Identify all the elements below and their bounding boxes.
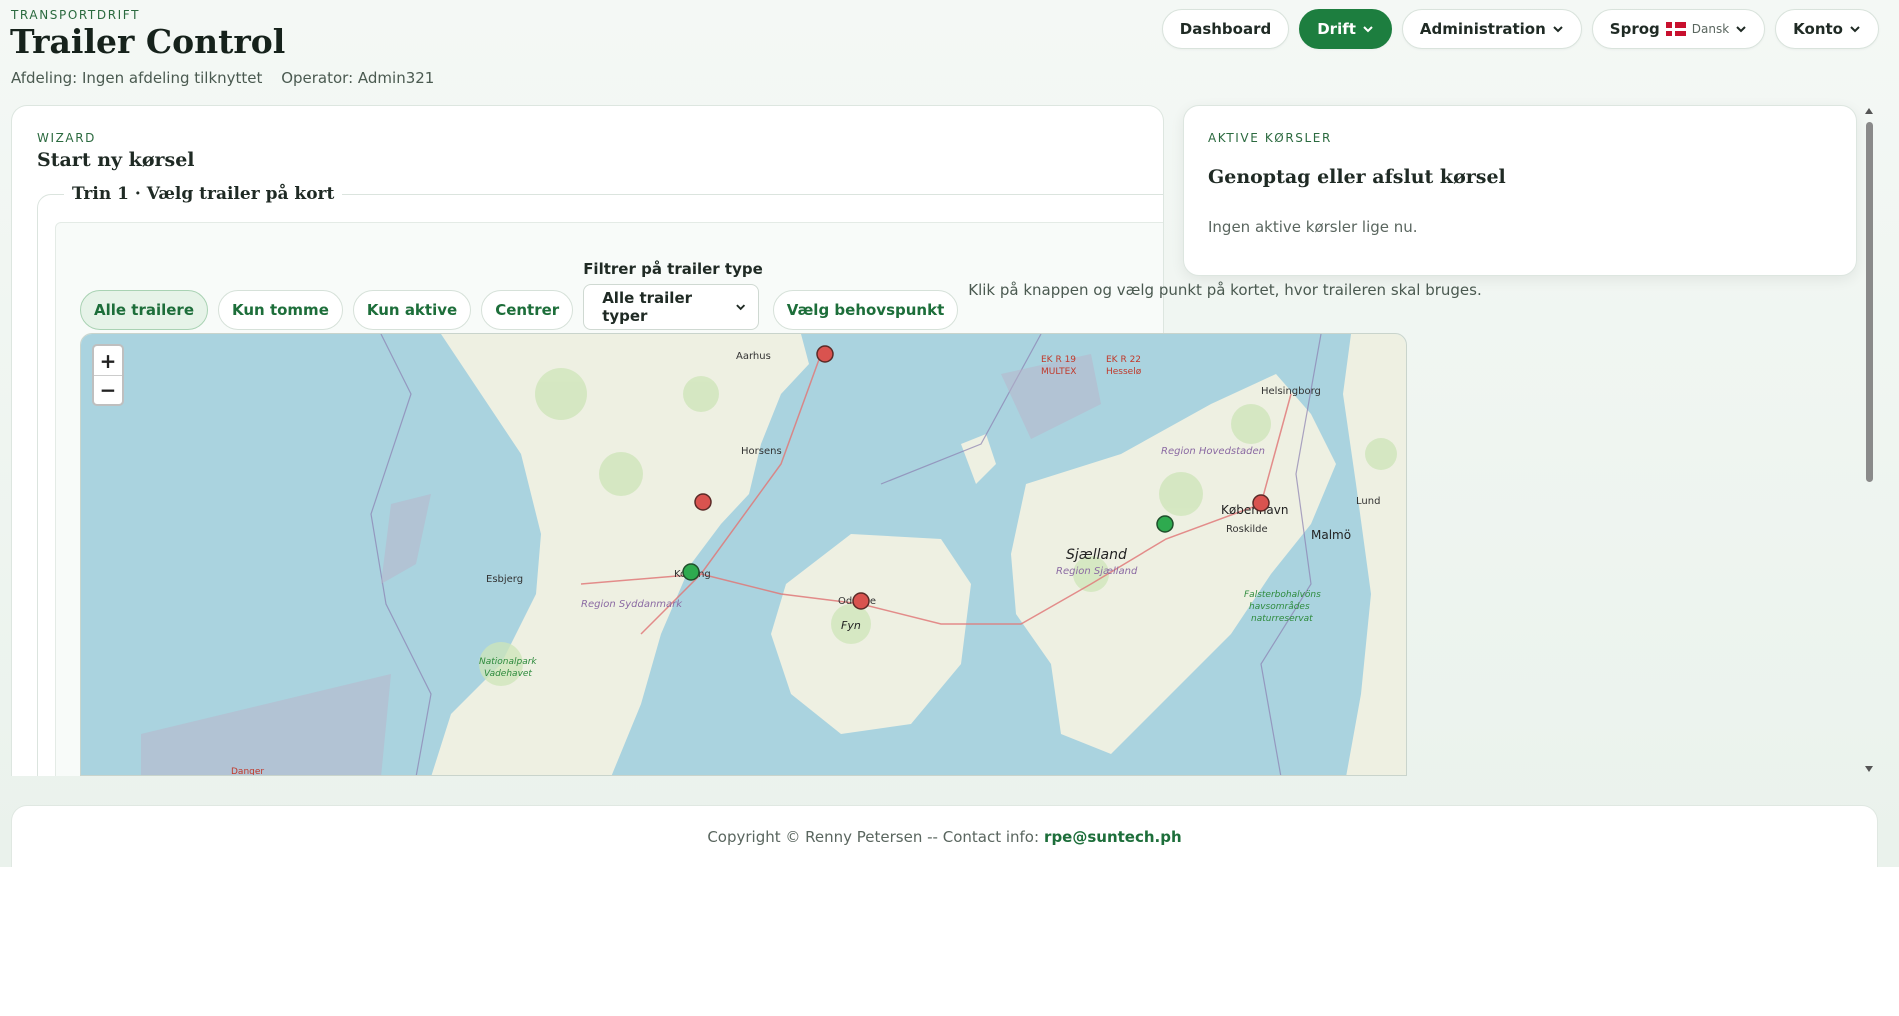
- map-label-aarhus: Aarhus: [736, 351, 771, 362]
- chevron-down-icon: [1363, 26, 1373, 33]
- trailer-marker-kobenhavn[interactable]: [1252, 494, 1270, 512]
- filter-empty-only[interactable]: Kun tomme: [218, 290, 343, 330]
- zoom-in-button[interactable]: +: [94, 346, 122, 375]
- active-trips-eyebrow: AKTIVE KØRSLER: [1208, 131, 1332, 145]
- nav-dashboard-button[interactable]: Dashboard: [1161, 9, 1290, 49]
- nav-drift-label: Drift: [1317, 20, 1356, 38]
- map-label-region-sjaelland: Region Sjælland: [1056, 566, 1138, 577]
- map-label-helsingborg: Helsingborg: [1261, 386, 1321, 397]
- map-label-lund: Lund: [1356, 496, 1380, 507]
- map-label-reservat-2: havsområdes: [1249, 601, 1310, 612]
- map-label-vadehavet: Vadehavet: [484, 669, 532, 679]
- app-title: Trailer Control: [10, 22, 286, 61]
- nav-language-label: Sprog: [1609, 20, 1660, 38]
- map-label-multex: MULTEX: [1041, 367, 1076, 377]
- map-label-horsens: Horsens: [741, 446, 782, 457]
- wizard-eyebrow: WIZARD: [37, 131, 97, 145]
- page-scrollbar[interactable]: [1862, 104, 1877, 776]
- active-trips-title: Genoptag eller afslut kørsel: [1208, 166, 1506, 188]
- main-nav: Dashboard Drift Administration Sprog Dan…: [1161, 9, 1879, 49]
- header-eyebrow: TRANSPORTDRIFT: [11, 8, 140, 22]
- select-need-point-button[interactable]: Vælg behovspunkt: [772, 290, 959, 330]
- map-label-nationalpark: Nationalpark: [479, 657, 537, 667]
- map-label-fyn: Fyn: [841, 619, 861, 632]
- map-label-sjaelland: Sjælland: [1066, 547, 1127, 563]
- filter-all-trailers[interactable]: Alle trailere: [80, 290, 209, 330]
- map-label-esbjerg: Esbjerg: [486, 574, 523, 585]
- page-footer: Copyright © Renny Petersen -- Contact in…: [11, 805, 1878, 867]
- trailer-marker-odense[interactable]: [852, 592, 870, 610]
- app-header: TRANSPORTDRIFT Trailer Control Afdeling:…: [0, 0, 1899, 100]
- chevron-down-icon: [1553, 26, 1563, 33]
- map-label-region-syd: Region Syddanmark: [581, 599, 683, 610]
- danish-flag-icon: [1665, 22, 1686, 36]
- map-label-hesselo: Hesselø: [1106, 367, 1142, 377]
- map-label-reservat-1: Falsterbohalvöns: [1244, 590, 1321, 600]
- scroll-up-arrow-icon[interactable]: [1865, 108, 1873, 114]
- chevron-down-icon: [1850, 26, 1860, 33]
- map-label-reservat-3: naturreservat: [1251, 614, 1313, 624]
- active-trips-card: AKTIVE KØRSLER Genoptag eller afslut kør…: [1183, 105, 1857, 276]
- trailer-marker-kolding[interactable]: [682, 563, 700, 581]
- map-zoom-control: + −: [92, 344, 124, 406]
- trailer-type-value: Alle trailer typer: [602, 289, 693, 325]
- map-label-malmo: Malmö: [1311, 528, 1351, 542]
- map-label-ekr19: EK R 19: [1041, 355, 1076, 365]
- nav-language-button[interactable]: Sprog Dansk: [1591, 9, 1766, 49]
- trailer-type-label: Filtrer på trailer type: [583, 260, 763, 278]
- session-meta: Afdeling: Ingen afdeling tilknyttet Oper…: [11, 69, 434, 87]
- need-point-hint: Klik på knappen og vælg punkt på kortet,…: [968, 281, 1482, 299]
- map-canvas: Aarhus Horsens Esbjerg Kolding Odense Ro…: [81, 334, 1406, 776]
- trailer-marker-vejle[interactable]: [694, 493, 712, 511]
- trailer-type-filter: Filtrer på trailer type Alle trailer typ…: [583, 260, 763, 330]
- nav-administration-button[interactable]: Administration: [1401, 9, 1582, 49]
- nav-administration-label: Administration: [1419, 20, 1546, 38]
- scroll-thumb[interactable]: [1866, 122, 1873, 482]
- chevron-down-icon: [736, 304, 745, 311]
- current-language: Dansk: [1691, 22, 1730, 36]
- wizard-title: Start ny kørsel: [37, 149, 195, 171]
- trailer-marker-aarhus[interactable]: [816, 345, 834, 363]
- map-label-danger: Danger: [231, 767, 264, 776]
- trailer-type-select[interactable]: Alle trailer typer: [583, 284, 760, 330]
- chevron-down-icon: [1736, 26, 1746, 33]
- center-map-button[interactable]: Centrer: [481, 290, 574, 330]
- active-trips-empty: Ingen aktive kørsler lige nu.: [1208, 218, 1418, 236]
- map-label-roskilde: Roskilde: [1226, 524, 1268, 535]
- department-label: Afdeling: Ingen afdeling tilknyttet: [11, 69, 263, 87]
- step-legend: Trin 1 · Vælg trailer på kort: [64, 184, 343, 204]
- nav-dashboard-label: Dashboard: [1179, 20, 1272, 38]
- nav-drift-button[interactable]: Drift: [1299, 9, 1392, 49]
- nav-account-button[interactable]: Konto: [1775, 9, 1879, 49]
- trailer-map[interactable]: Aarhus Horsens Esbjerg Kolding Odense Ro…: [80, 333, 1407, 776]
- map-label-region-hovedstaden: Region Hovedstaden: [1161, 446, 1265, 457]
- scroll-down-arrow-icon[interactable]: [1865, 766, 1873, 772]
- trailer-marker-roskilde[interactable]: [1156, 515, 1174, 533]
- nav-account-label: Konto: [1793, 20, 1843, 38]
- map-label-ekr22: EK R 22: [1106, 355, 1141, 365]
- operator-label: Operator: Admin321: [281, 69, 435, 87]
- zoom-out-button[interactable]: −: [94, 375, 122, 404]
- filter-active-only[interactable]: Kun aktive: [352, 290, 472, 330]
- footer-copyright: Copyright © Renny Petersen -- Contact in…: [707, 827, 1040, 846]
- footer-email-link[interactable]: rpe@suntech.ph: [1044, 828, 1182, 846]
